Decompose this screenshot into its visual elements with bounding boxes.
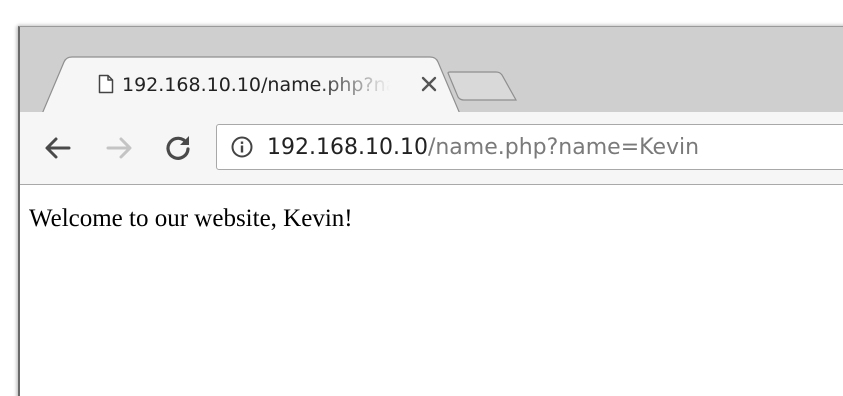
welcome-message: Welcome to our website, Kevin! (29, 205, 353, 232)
reload-icon (166, 136, 190, 160)
url-text: 192.168.10.10/name.php?name=Kevin (267, 133, 699, 163)
page-content: Welcome to our website, Kevin! (20, 185, 843, 396)
browser-window: 192.168.10.10/name.php?name=Kevin (18, 26, 843, 396)
url-host: 192.168.10.10 (267, 135, 428, 160)
forward-button[interactable] (103, 132, 135, 164)
tab-strip: 192.168.10.10/name.php?name=Kevin (20, 27, 843, 114)
page-icon (98, 74, 114, 94)
close-icon[interactable] (418, 73, 440, 95)
url-path: /name.php?name=Kevin (427, 135, 700, 160)
back-button[interactable] (42, 132, 74, 164)
arrow-left-icon (45, 137, 71, 159)
address-bar[interactable]: 192.168.10.10/name.php?name=Kevin (216, 124, 843, 170)
toolbar: 192.168.10.10/name.php?name=Kevin (20, 112, 843, 185)
tab-title: 192.168.10.10/name.php?name=Kevin (122, 74, 390, 96)
arrow-right-icon (106, 137, 132, 159)
reload-button[interactable] (162, 132, 194, 164)
tab-active[interactable]: 192.168.10.10/name.php?name=Kevin (42, 56, 460, 114)
info-icon[interactable] (231, 136, 253, 158)
screen: 192.168.10.10/name.php?name=Kevin (0, 0, 843, 396)
